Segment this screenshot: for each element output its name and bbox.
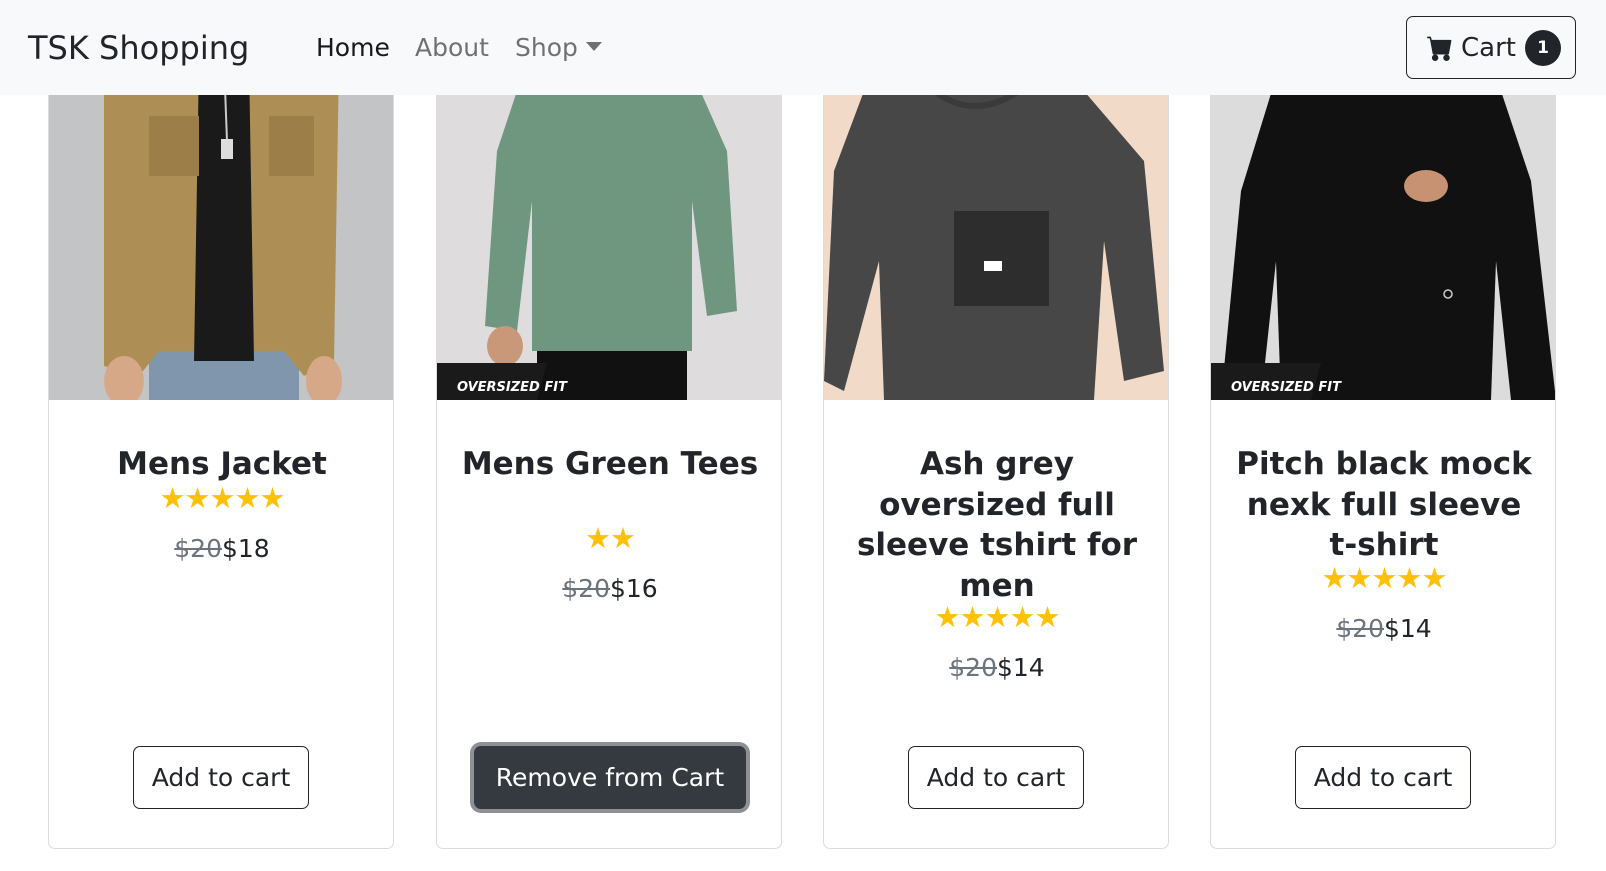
rating-stars-icon: ★★★★★	[159, 481, 286, 515]
sale-price: $14	[1384, 614, 1432, 643]
rating-stars-icon: ★★	[585, 521, 636, 555]
product-card: Mens Jacket ★★★★★ $20$18 Add to cart	[48, 60, 394, 849]
sale-price: $16	[610, 574, 658, 603]
add-to-cart-button[interactable]: Add to cart	[133, 746, 309, 809]
brand-link[interactable]: TSK Shopping	[28, 26, 249, 70]
oversized-fit-badge: OVERSIZED FIT	[1231, 380, 1342, 395]
nav-home[interactable]: Home	[316, 30, 390, 66]
remove-from-cart-button[interactable]: Remove from Cart	[474, 746, 746, 809]
product-image	[824, 61, 1168, 400]
original-price: $20	[949, 653, 997, 682]
nav-shop-label: Shop	[515, 33, 578, 62]
nav-shop-dropdown[interactable]: Shop	[515, 30, 602, 66]
original-price: $20	[174, 534, 222, 563]
add-to-cart-button[interactable]: Add to cart	[1295, 746, 1471, 809]
product-price: $20$18	[49, 534, 393, 564]
rating-stars-icon: ★★★★★	[934, 600, 1061, 634]
cart-count-badge: 1	[1524, 29, 1561, 66]
navbar: TSK Shopping Home About Shop Cart 1	[0, 0, 1606, 95]
sale-price: $14	[997, 653, 1045, 682]
product-card: OVERSIZED FIT Mens Green Tees ★★ $20$16 …	[436, 60, 782, 849]
nav-about[interactable]: About	[415, 30, 489, 66]
cart-icon	[1427, 36, 1452, 61]
product-card: Ash grey oversized full sleeve tshirt fo…	[823, 60, 1169, 849]
product-title: Mens Jacket	[117, 446, 327, 482]
product-title: Mens Green Tees	[461, 446, 759, 482]
oversized-fit-badge: OVERSIZED FIT	[457, 380, 568, 395]
chevron-down-icon	[585, 41, 602, 51]
cart-button[interactable]: Cart 1	[1406, 16, 1576, 79]
add-to-cart-button[interactable]: Add to cart	[908, 746, 1084, 809]
product-image	[49, 61, 393, 400]
product-title: Ash grey oversized full sleeve tshirt fo…	[856, 446, 1138, 604]
product-title: Pitch black mock nexk full sleeve t-shir…	[1236, 446, 1532, 563]
cart-label: Cart	[1461, 32, 1516, 63]
product-image: OVERSIZED FIT	[437, 61, 781, 400]
product-image: OVERSIZED FIT	[1211, 61, 1555, 400]
rating-stars-icon: ★★★★★	[1321, 561, 1448, 595]
sale-price: $18	[222, 534, 270, 563]
product-price: $20$14	[824, 653, 1168, 683]
product-price: $20$16	[437, 574, 781, 604]
product-price: $20$14	[1211, 614, 1555, 644]
product-card: OVERSIZED FIT Pitch black mock nexk full…	[1210, 60, 1556, 849]
original-price: $20	[562, 574, 610, 603]
original-price: $20	[1336, 614, 1384, 643]
